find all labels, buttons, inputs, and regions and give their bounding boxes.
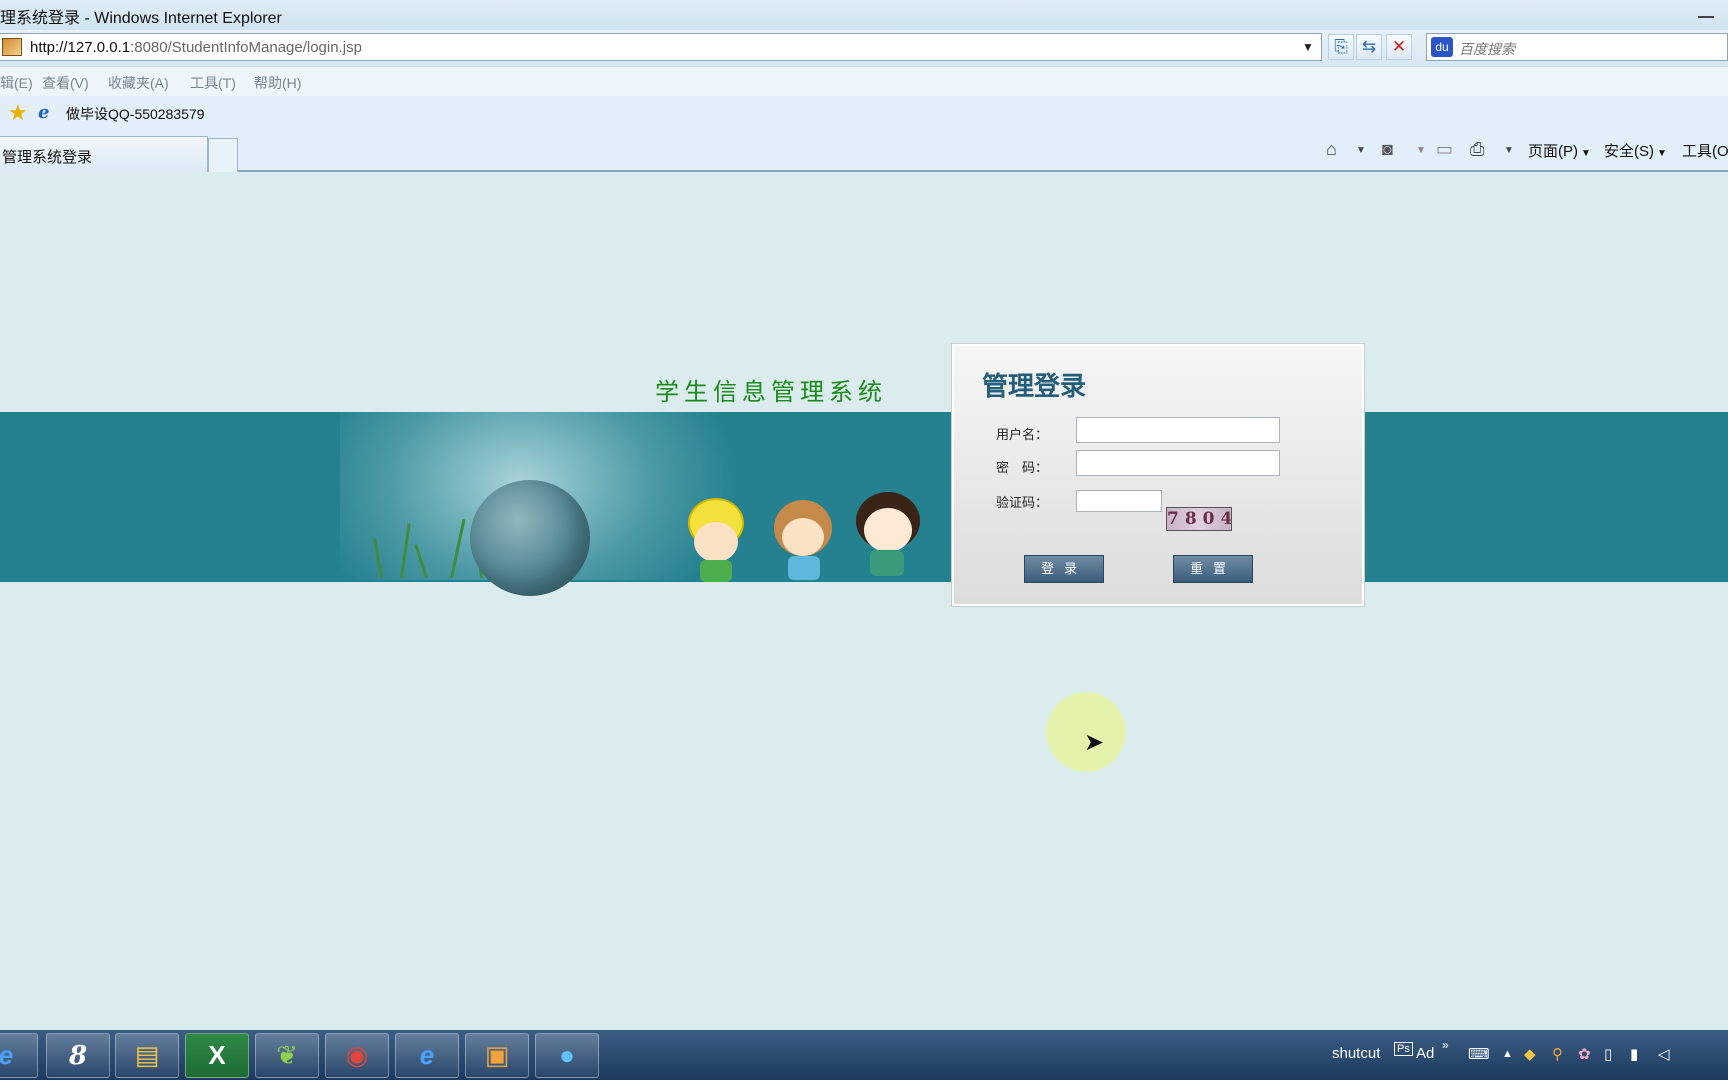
page-menu-arrow-icon: ▼ [1581,148,1591,159]
print-dropdown-icon[interactable]: ▼ [1504,145,1514,156]
print-icon[interactable]: ⎙ [1470,139,1484,160]
app-box-icon[interactable]: ▣ [465,1033,529,1078]
safety-menu[interactable]: 安全(S) ▼ [1604,140,1667,161]
battery-icon[interactable]: ▯ [1604,1045,1612,1063]
page-menu-label: 页面(P) [1528,143,1578,160]
tray-text: shutcut [1332,1045,1381,1062]
login-heading: 管理登录 [982,372,1087,402]
mail-icon[interactable]: ▭ [1436,139,1453,160]
tray-app-icon[interactable]: ◆ [1524,1045,1536,1063]
home-icon[interactable]: ⌂ [1326,139,1337,160]
page-favicon-icon [2,38,22,56]
ie-taskbar-icon[interactable]: e [0,1033,38,1078]
leaf-app-icon[interactable]: ❦ [255,1033,319,1078]
address-dropdown-icon[interactable]: ▼ [1302,40,1314,54]
network-icon[interactable]: ▮ [1630,1045,1638,1063]
menu-bar: 辑(E) 查看(V) 收藏夹(A) 工具(T) 帮助(H) [0,66,1728,96]
taskbar: e 8 ▤ X ❦ ◉ e ▣ ● shutcut Ps Ad » ⌨ ▲ ◆ … [0,1030,1728,1080]
login-panel: 管理登录 用户名： 密 码： 验证码： 7804 登录 重置 [952,344,1364,606]
tray-ad: Ad [1416,1045,1435,1062]
page-content: 学生信息管理系统 管理登录 用户名： 密 码： 验证码： 7804 登录 重置 [0,172,1728,1030]
password-label: 密 码： [995,460,1048,475]
file-explorer-icon[interactable]: ▤ [115,1033,179,1078]
search-input[interactable]: 百度搜索 [1459,39,1515,59]
kid-body-3 [870,550,904,576]
tray-expand-icon[interactable]: » [1442,1038,1449,1052]
globe-icon [470,480,590,596]
keyboard-icon[interactable]: ⌨ [1468,1045,1490,1063]
feeds-icon[interactable]: ◙ [1382,139,1393,160]
url-path: :8080/StudentInfoManage/login.jsp [130,39,362,56]
captcha-input[interactable] [1076,490,1162,512]
stop-icon[interactable]: ✕ [1386,34,1412,60]
tab-row: 管理系统登录 ⌂ ▼ ◙ ▼ ▭ ⎙ ▼ 页面(P) ▼ 安全(S) ▼ 工具(O [0,130,1728,172]
safety-menu-label: 安全(S) [1604,143,1654,160]
photoshop-tray-icon[interactable]: Ps [1394,1042,1413,1056]
tab-active[interactable]: 管理系统登录 [0,136,208,172]
menu-help[interactable]: 帮助(H) [254,73,301,93]
login-button[interactable]: 登录 [1024,555,1104,583]
kid-body-1 [700,560,732,582]
kid-face-1 [694,522,738,562]
menu-favorites[interactable]: 收藏夹(A) [108,73,169,93]
kid-body-2 [788,556,820,580]
banner-image [340,412,955,580]
kid-face-3 [864,508,912,552]
internet-explorer-icon[interactable]: e [395,1033,459,1078]
volume-icon[interactable]: ◁ [1658,1045,1670,1063]
tray-search-icon[interactable]: ⚲ [1552,1045,1563,1063]
home-dropdown-icon[interactable]: ▼ [1356,145,1366,156]
ie-page-icon: e [38,102,50,123]
tab-label: 管理系统登录 [2,149,93,166]
tools-menu[interactable]: 工具(O [1682,140,1728,161]
menu-edit[interactable]: 辑(E) [0,73,33,93]
page-menu[interactable]: 页面(P) ▼ [1528,140,1591,161]
password-input[interactable] [1076,450,1280,476]
new-tab-button[interactable] [208,138,238,172]
tray-overflow-icon[interactable]: ▲ [1502,1048,1513,1060]
feeds-dropdown-icon[interactable]: ▼ [1416,145,1426,156]
url-host: http://127.0.0.1 [30,39,131,56]
captcha-image[interactable]: 7804 [1166,507,1232,531]
excel-icon[interactable]: X [185,1033,249,1078]
address-bar[interactable]: http://127.0.0.1:8080/StudentInfoManage/… [0,33,1322,61]
tray-flower-icon[interactable]: ✿ [1578,1045,1591,1063]
address-row: http://127.0.0.1:8080/StudentInfoManage/… [0,30,1728,64]
baidu-paw-icon: du [1431,37,1453,57]
pinyin-input-icon[interactable]: 8 [46,1033,110,1078]
mouse-pointer-icon: ➤ [1084,729,1105,756]
favorites-star-icon[interactable]: ★ [8,100,28,126]
system-title: 学生信息管理系统 [655,378,887,406]
window-title-bar: 理系统登录 - Windows Internet Explorer [0,0,1728,30]
menu-view[interactable]: 查看(V) [42,73,89,93]
minimize-button[interactable] [1698,8,1714,18]
system-tray: shutcut Ps Ad » ⌨ ▲ ◆ ⚲ ✿ ▯ ▮ ◁ [1328,1030,1728,1080]
username-label: 用户名： [995,427,1048,442]
address-url[interactable]: http://127.0.0.1:8080/StudentInfoManage/… [30,39,362,56]
menu-tools[interactable]: 工具(T) [190,73,236,93]
compatibility-view-icon[interactable]: ⎘ [1328,34,1354,60]
kid-face-2 [782,518,824,556]
reset-button[interactable]: 重置 [1173,555,1253,583]
qq-bird-icon[interactable]: ● [535,1033,599,1078]
chrome-icon[interactable]: ◉ [325,1033,389,1078]
captcha-label: 验证码： [995,495,1048,510]
refresh-icon[interactable]: ⇆ [1356,34,1382,60]
username-input[interactable] [1076,417,1280,443]
safety-menu-arrow-icon: ▼ [1657,148,1667,159]
favorite-link[interactable]: 做毕设QQ-550283579 [66,104,205,124]
search-box[interactable]: du 百度搜索 [1426,33,1728,61]
window-title: 理系统登录 - Windows Internet Explorer [0,10,282,27]
favorites-bar: ★ e 做毕设QQ-550283579 [0,96,1728,130]
